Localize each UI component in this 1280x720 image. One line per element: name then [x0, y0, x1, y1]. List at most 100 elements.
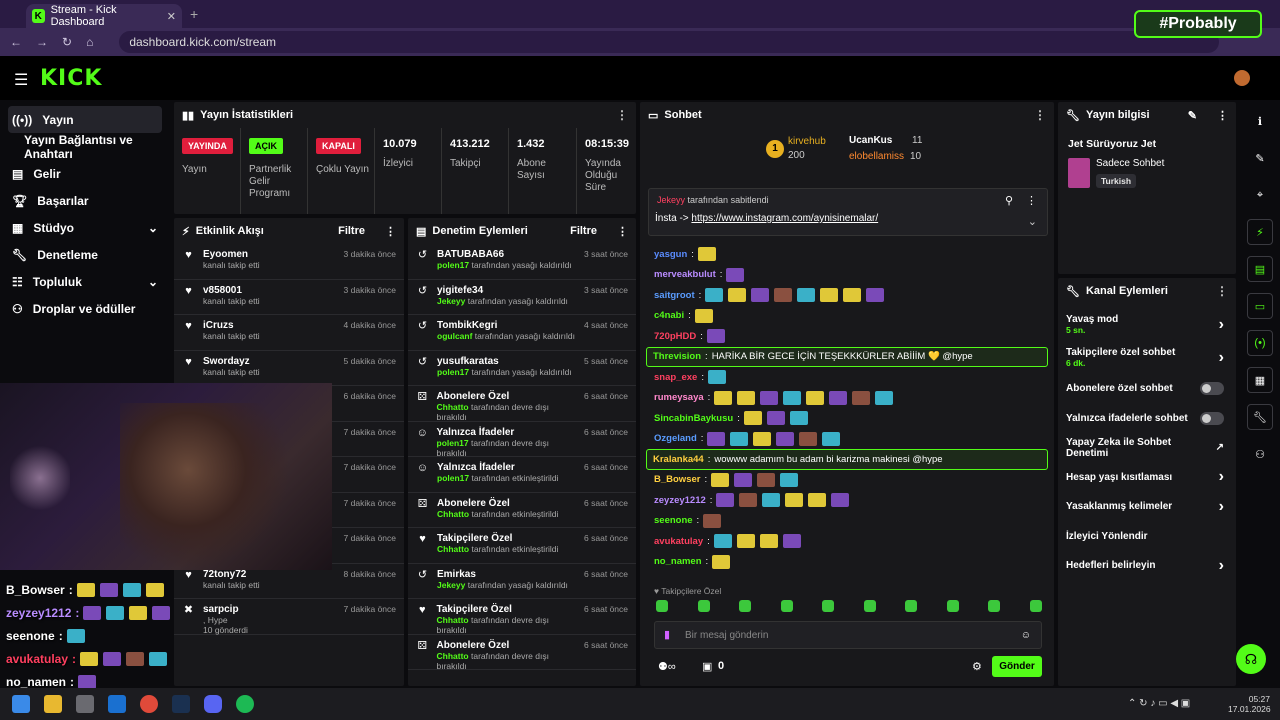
channel-action-4[interactable]: Yapay Zeka ile Sohbet Denetimi ↗	[1058, 433, 1236, 463]
moderation-name[interactable]: Takipçilere Özel	[437, 604, 577, 615]
quick-emote-icon[interactable]	[780, 600, 793, 612]
chat-username[interactable]: Threvision	[653, 351, 701, 362]
moderation-name[interactable]: Takipçilere Özel	[437, 533, 558, 544]
moderation-row[interactable]: ☺ Yalnızca İfadeler polen17 tarafından dev…	[408, 422, 636, 458]
sidebar-item-droplar[interactable]: ⚇ Droplar ve ödüller	[0, 295, 170, 322]
activity-name[interactable]: Eyoomen	[203, 249, 260, 260]
activity-name[interactable]: iCruzs	[203, 320, 260, 331]
edit-pencil-icon[interactable]: ✎	[1188, 109, 1197, 122]
sidebar-item-denetleme[interactable]: 🔧︎ Denetleme	[0, 241, 170, 268]
moderation-by[interactable]: polen17	[437, 260, 469, 270]
moderation-name[interactable]: yusufkaratas	[437, 356, 572, 367]
more-icon[interactable]: ⋮	[616, 108, 628, 122]
moderation-name[interactable]: yigitefe34	[437, 285, 568, 296]
chat-username[interactable]: zeyzey1212	[654, 495, 706, 506]
moderation-row[interactable]: ↺ Emirkas Jekeyy tarafından yasağı kaldırı…	[408, 564, 636, 599]
sidebar-item-topluluk[interactable]: ☷ Topluluk ⌄	[0, 268, 170, 295]
chat-username[interactable]: avukatulay	[654, 536, 703, 547]
toggle-switch[interactable]	[1200, 411, 1224, 425]
close-tab-icon[interactable]: ✕	[167, 10, 176, 23]
chat-username[interactable]: 720pHDD	[654, 331, 696, 342]
toggle-switch[interactable]	[1200, 382, 1224, 396]
quick-emote-icon[interactable]	[988, 600, 1001, 612]
moderation-row[interactable]: ☺ Yalnızca İfadeler polen17 tarafından etk…	[408, 457, 636, 493]
kick-logo[interactable]: KICK	[40, 66, 102, 91]
quick-emote-icon[interactable]	[863, 600, 876, 612]
chat-username[interactable]: seenone	[654, 515, 693, 526]
channel-action-8[interactable]: Hedefleri belirleyin ›	[1058, 551, 1236, 581]
moderation-by[interactable]: Chhatto	[437, 615, 469, 625]
stream-tag[interactable]: Turkish	[1096, 174, 1137, 188]
avatar[interactable]	[1234, 70, 1250, 86]
moderation-name[interactable]: Abonelere Özel	[437, 498, 558, 509]
moderation-row[interactable]: ↺ yusufkaratas polen17 tarafından yasağı k…	[408, 351, 636, 386]
moderation-by[interactable]: Chhatto	[437, 544, 469, 554]
chat-input[interactable]: Bir mesaj gönderin ☺	[654, 621, 1042, 649]
terminal-icon[interactable]	[76, 695, 94, 713]
bolt-icon[interactable]: ⚡︎	[1247, 219, 1273, 245]
quick-emote-icon[interactable]	[822, 600, 835, 612]
channel-action-3[interactable]: Yalnızca ifadelerle sohbet	[1058, 404, 1236, 434]
info-icon[interactable]: ℹ	[1247, 108, 1273, 134]
moderation-name[interactable]: Abonelere Özel	[437, 640, 577, 651]
users-icon[interactable]: ⚉∞	[658, 660, 676, 673]
gifter-2-name[interactable]: UcanKus	[849, 135, 892, 146]
spotify-icon[interactable]	[236, 695, 254, 713]
more-icon[interactable]: ⋮	[1216, 284, 1228, 298]
channel-action-7[interactable]: İzleyici Yönlendir	[1058, 522, 1236, 552]
layout-icon[interactable]: ▦	[1247, 367, 1273, 393]
chat-username[interactable]: SincabinBaykusu	[654, 413, 733, 424]
moderation-name[interactable]: Yalnızca İfadeler	[437, 427, 577, 438]
tray-icons[interactable]: ⌃ ↻ ♪ ▭ ◀ ▣	[1128, 698, 1190, 709]
sidebar-item-yayin[interactable]: ((•)) Yayın	[8, 106, 162, 133]
moderation-row[interactable]: ⚄ Abonelere Özel Chhatto tarafından devre …	[408, 386, 636, 422]
chat-username[interactable]: rumeysaya	[654, 392, 704, 403]
support-headset-icon[interactable]: ☊	[1236, 644, 1266, 674]
more-icon[interactable]: ⋮	[1034, 108, 1046, 122]
moderation-by[interactable]: Jekeyy	[437, 296, 465, 306]
chat-username[interactable]: merveakbulut	[654, 269, 716, 280]
sidebar-item-studyo[interactable]: ▦ Stüdyo ⌄	[0, 214, 170, 241]
chevron-down-icon[interactable]: ⌄	[1028, 215, 1037, 228]
moderation-name[interactable]: BATUBABA66	[437, 249, 572, 260]
forward-icon[interactable]: →	[36, 35, 48, 49]
sidebar-item-stream-key[interactable]: Yayın Bağlantısı ve Anahtarı	[0, 133, 170, 161]
outlook-icon[interactable]	[108, 695, 126, 713]
channel-action-0[interactable]: Yavaş mod 5 sn. ›	[1058, 308, 1236, 341]
moderation-by[interactable]: Chhatto	[437, 402, 469, 412]
activity-row[interactable]: ♥ Swordayz kanalı takip etti 5 dakika önce	[174, 351, 404, 386]
back-icon[interactable]: ←	[10, 35, 22, 49]
moderation-row[interactable]: ↺ BATUBABA66 polen17 tarafından yasağı kal…	[408, 244, 636, 280]
pin-icon[interactable]: ⚲	[1005, 194, 1013, 207]
browser-tab[interactable]: K Stream - Kick Dashboard ✕	[26, 4, 182, 28]
sidebar-item-gelir[interactable]: ▤ Gelir	[0, 160, 170, 187]
quick-emote-icon[interactable]	[739, 600, 752, 612]
activity-row[interactable]: ♥ Eyoomen kanalı takip etti 3 dakika önce	[174, 244, 404, 280]
moderation-row[interactable]: ↺ yigitefe34 Jekeyy tarafından yasağı kald…	[408, 280, 636, 315]
moderation-by[interactable]: Chhatto	[437, 509, 469, 519]
activity-name[interactable]: 72tony72	[203, 569, 260, 580]
emoji-icon[interactable]: ☺	[1021, 630, 1031, 641]
more-icon[interactable]: ⋮	[1026, 194, 1037, 207]
menu-icon[interactable]: ☰	[14, 70, 28, 90]
category-thumbnail[interactable]	[1068, 158, 1090, 188]
moderation-name[interactable]: Abonelere Özel	[437, 391, 577, 402]
store-icon[interactable]: ▣	[702, 660, 712, 673]
discord-icon[interactable]	[204, 695, 222, 713]
chat-username[interactable]: Kralanka44	[653, 454, 704, 465]
target-icon[interactable]: ⌖	[1247, 182, 1273, 208]
sidebar-item-basarilar[interactable]: 🏆︎ Başarılar	[0, 187, 170, 214]
activity-row[interactable]: ♥ iCruzs kanalı takip etti 4 dakika önce	[174, 315, 404, 351]
channel-action-2[interactable]: Abonelere özel sohbet	[1058, 374, 1236, 404]
activity-row[interactable]: ♥ v858001 kanalı takip etti 3 dakika önce	[174, 280, 404, 315]
activity-name[interactable]: v858001	[203, 285, 260, 296]
quick-emote-icon[interactable]	[656, 600, 668, 612]
document-icon[interactable]: ▤	[1247, 256, 1273, 282]
settings-gear-icon[interactable]: ⚙	[972, 660, 982, 673]
quick-emote-icon[interactable]	[1029, 600, 1042, 612]
quick-emote-icon[interactable]	[697, 600, 710, 612]
chat-icon[interactable]: ▭	[1247, 293, 1273, 319]
gifter-3-name[interactable]: elobellamiss	[849, 151, 904, 162]
file-explorer-icon[interactable]	[44, 695, 62, 713]
moderation-row[interactable]: ♥ Takipçilere Özel Chhatto tarafından etki…	[408, 528, 636, 564]
